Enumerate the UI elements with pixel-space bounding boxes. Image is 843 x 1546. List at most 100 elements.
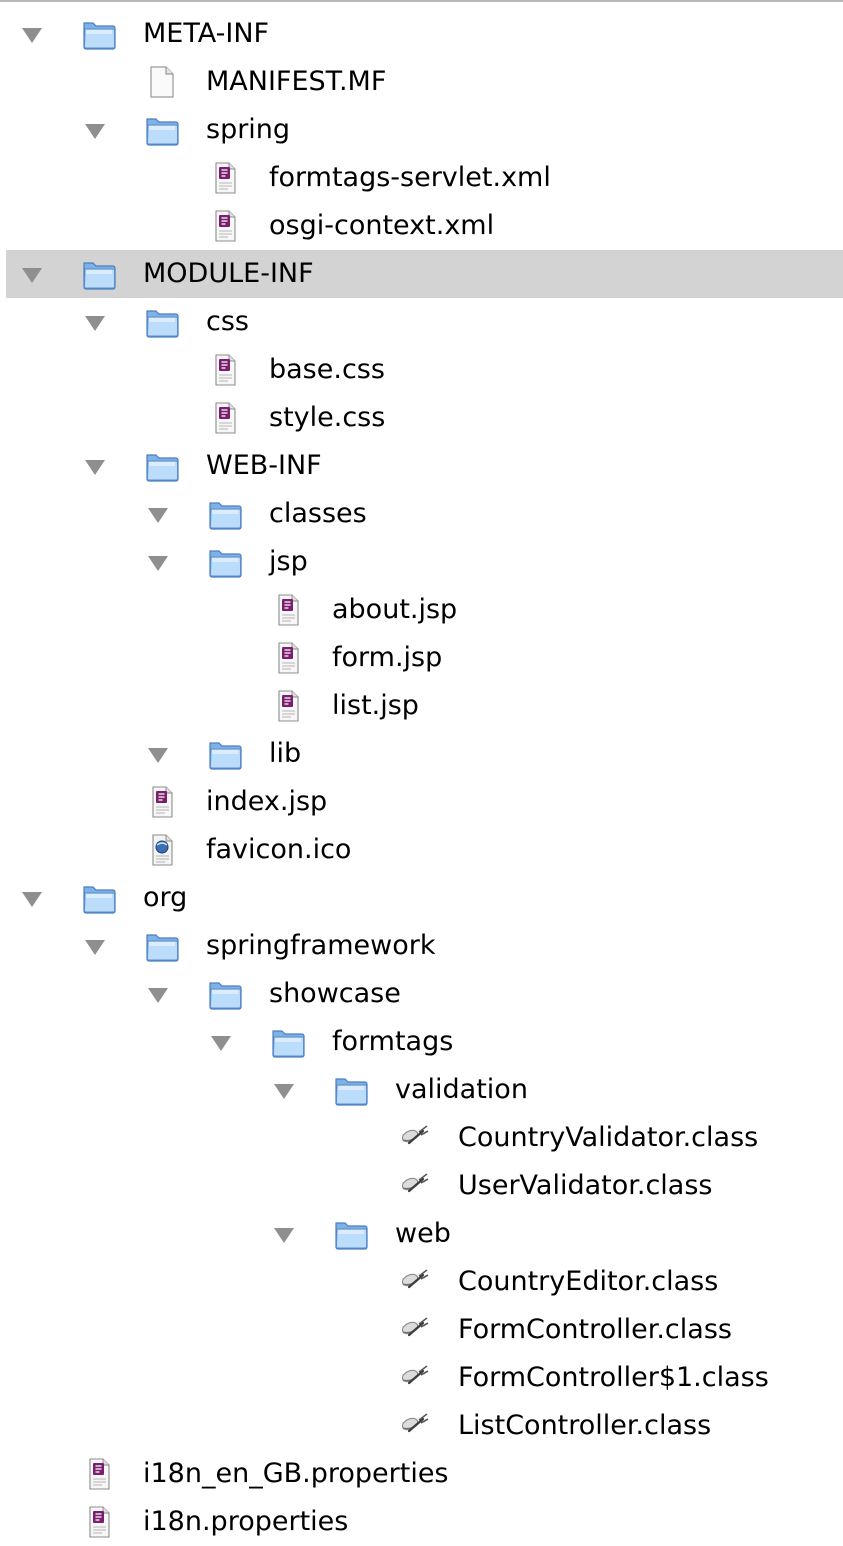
tree-folder-row[interactable]: classes (0, 490, 843, 538)
folder-icon (145, 930, 179, 962)
tree-file-row[interactable]: list.jsp (0, 682, 843, 730)
tree-item-label: jsp (269, 546, 308, 577)
blank-document-icon (145, 66, 179, 98)
tree-file-row[interactable]: FormController.class (0, 1306, 843, 1354)
disclosure-triangle-icon[interactable] (274, 1084, 294, 1099)
text-document-icon (82, 1458, 116, 1490)
tree-item-label: UserValidator.class (458, 1170, 713, 1201)
folder-icon (208, 546, 242, 578)
disclosure-triangle-icon[interactable] (148, 556, 168, 571)
disclosure-triangle-icon[interactable] (148, 748, 168, 763)
tree-file-row[interactable]: FormController$1.class (0, 1354, 843, 1402)
tree-item-label: form.jsp (332, 642, 443, 673)
folder-icon (271, 1026, 305, 1058)
tree-folder-row[interactable]: showcase (0, 970, 843, 1018)
tree-file-row[interactable]: form.jsp (0, 634, 843, 682)
tree-item-label: MODULE-INF (143, 258, 314, 289)
tree-item-label: web (395, 1218, 451, 1249)
tree-item-label: springframework (206, 930, 436, 961)
text-document-icon (208, 354, 242, 386)
tree-file-row[interactable]: UserValidator.class (0, 1162, 843, 1210)
java-class-file-icon (397, 1314, 431, 1346)
tree-file-row[interactable]: i18n_en_GB.properties (0, 1450, 843, 1498)
image-document-icon (145, 834, 179, 866)
tree-file-row[interactable]: osgi-context.xml (0, 202, 843, 250)
tree-item-label: CountryEditor.class (458, 1266, 719, 1297)
tree-item-label: validation (395, 1074, 528, 1105)
tree-file-row[interactable]: i18n.properties (0, 1498, 843, 1546)
tree-item-label: style.css (269, 402, 386, 433)
folder-icon (82, 258, 116, 290)
tree-item-label: formtags-servlet.xml (269, 162, 551, 193)
tree-item-label: about.jsp (332, 594, 458, 625)
tree-item-label: osgi-context.xml (269, 210, 495, 241)
tree-item-label: WEB-INF (206, 450, 322, 481)
disclosure-triangle-icon[interactable] (85, 124, 105, 139)
tree-item-label: formtags (332, 1026, 454, 1057)
disclosure-triangle-icon[interactable] (274, 1228, 294, 1243)
tree-folder-row[interactable]: META-INF (0, 10, 843, 58)
tree-folder-row[interactable]: WEB-INF (0, 442, 843, 490)
tree-folder-row[interactable]: lib (0, 730, 843, 778)
folder-icon (334, 1218, 368, 1250)
tree-file-row[interactable]: index.jsp (0, 778, 843, 826)
disclosure-triangle-icon[interactable] (85, 316, 105, 331)
text-document-icon (82, 1506, 116, 1538)
tree-folder-row[interactable]: css (0, 298, 843, 346)
disclosure-triangle-icon[interactable] (22, 28, 42, 43)
tree-item-label: i18n.properties (143, 1506, 349, 1537)
java-class-file-icon (397, 1122, 431, 1154)
folder-icon (208, 738, 242, 770)
top-divider (0, 0, 843, 2)
tree-item-label: list.jsp (332, 690, 419, 721)
tree-folder-row[interactable]: jsp (0, 538, 843, 586)
disclosure-triangle-icon[interactable] (148, 508, 168, 523)
tree-item-label: META-INF (143, 18, 270, 49)
tree-item-label: base.css (269, 354, 385, 385)
tree-item-label: spring (206, 114, 291, 145)
tree-file-row[interactable]: ListController.class (0, 1402, 843, 1450)
disclosure-triangle-icon[interactable] (148, 988, 168, 1003)
tree-folder-row[interactable]: spring (0, 106, 843, 154)
tree-file-row[interactable]: favicon.ico (0, 826, 843, 874)
java-class-file-icon (397, 1170, 431, 1202)
tree-item-label: index.jsp (206, 786, 328, 817)
tree-item-label: favicon.ico (206, 834, 352, 865)
folder-icon (82, 18, 116, 50)
tree-folder-row[interactable]: validation (0, 1066, 843, 1114)
disclosure-triangle-icon[interactable] (85, 940, 105, 955)
text-document-icon (208, 402, 242, 434)
disclosure-triangle-icon[interactable] (22, 892, 42, 907)
tree-file-row[interactable]: base.css (0, 346, 843, 394)
tree-item-label: lib (269, 738, 302, 769)
tree-folder-row[interactable]: MODULE-INF (6, 250, 843, 298)
disclosure-triangle-icon[interactable] (22, 268, 42, 283)
tree-file-row[interactable]: about.jsp (0, 586, 843, 634)
tree-item-label: CountryValidator.class (458, 1122, 759, 1153)
tree-file-row[interactable]: style.css (0, 394, 843, 442)
tree-folder-row[interactable]: web (0, 1210, 843, 1258)
tree-file-row[interactable]: CountryEditor.class (0, 1258, 843, 1306)
folder-icon (208, 978, 242, 1010)
tree-folder-row[interactable]: springframework (0, 922, 843, 970)
tree-item-label: MANIFEST.MF (206, 66, 387, 97)
tree-file-row[interactable]: CountryValidator.class (0, 1114, 843, 1162)
tree-file-row[interactable]: formtags-servlet.xml (0, 154, 843, 202)
folder-icon (82, 882, 116, 914)
text-document-icon (271, 690, 305, 722)
folder-icon (145, 114, 179, 146)
folder-icon (145, 450, 179, 482)
disclosure-triangle-icon[interactable] (85, 460, 105, 475)
text-document-icon (271, 594, 305, 626)
disclosure-triangle-icon[interactable] (211, 1036, 231, 1051)
tree-folder-row[interactable]: org (0, 874, 843, 922)
java-class-file-icon (397, 1362, 431, 1394)
tree-item-label: org (143, 882, 188, 913)
folder-icon (334, 1074, 368, 1106)
tree-item-label: showcase (269, 978, 401, 1009)
text-document-icon (208, 210, 242, 242)
java-class-file-icon (397, 1266, 431, 1298)
tree-folder-row[interactable]: formtags (0, 1018, 843, 1066)
tree-file-row[interactable]: MANIFEST.MF (0, 58, 843, 106)
text-document-icon (145, 786, 179, 818)
